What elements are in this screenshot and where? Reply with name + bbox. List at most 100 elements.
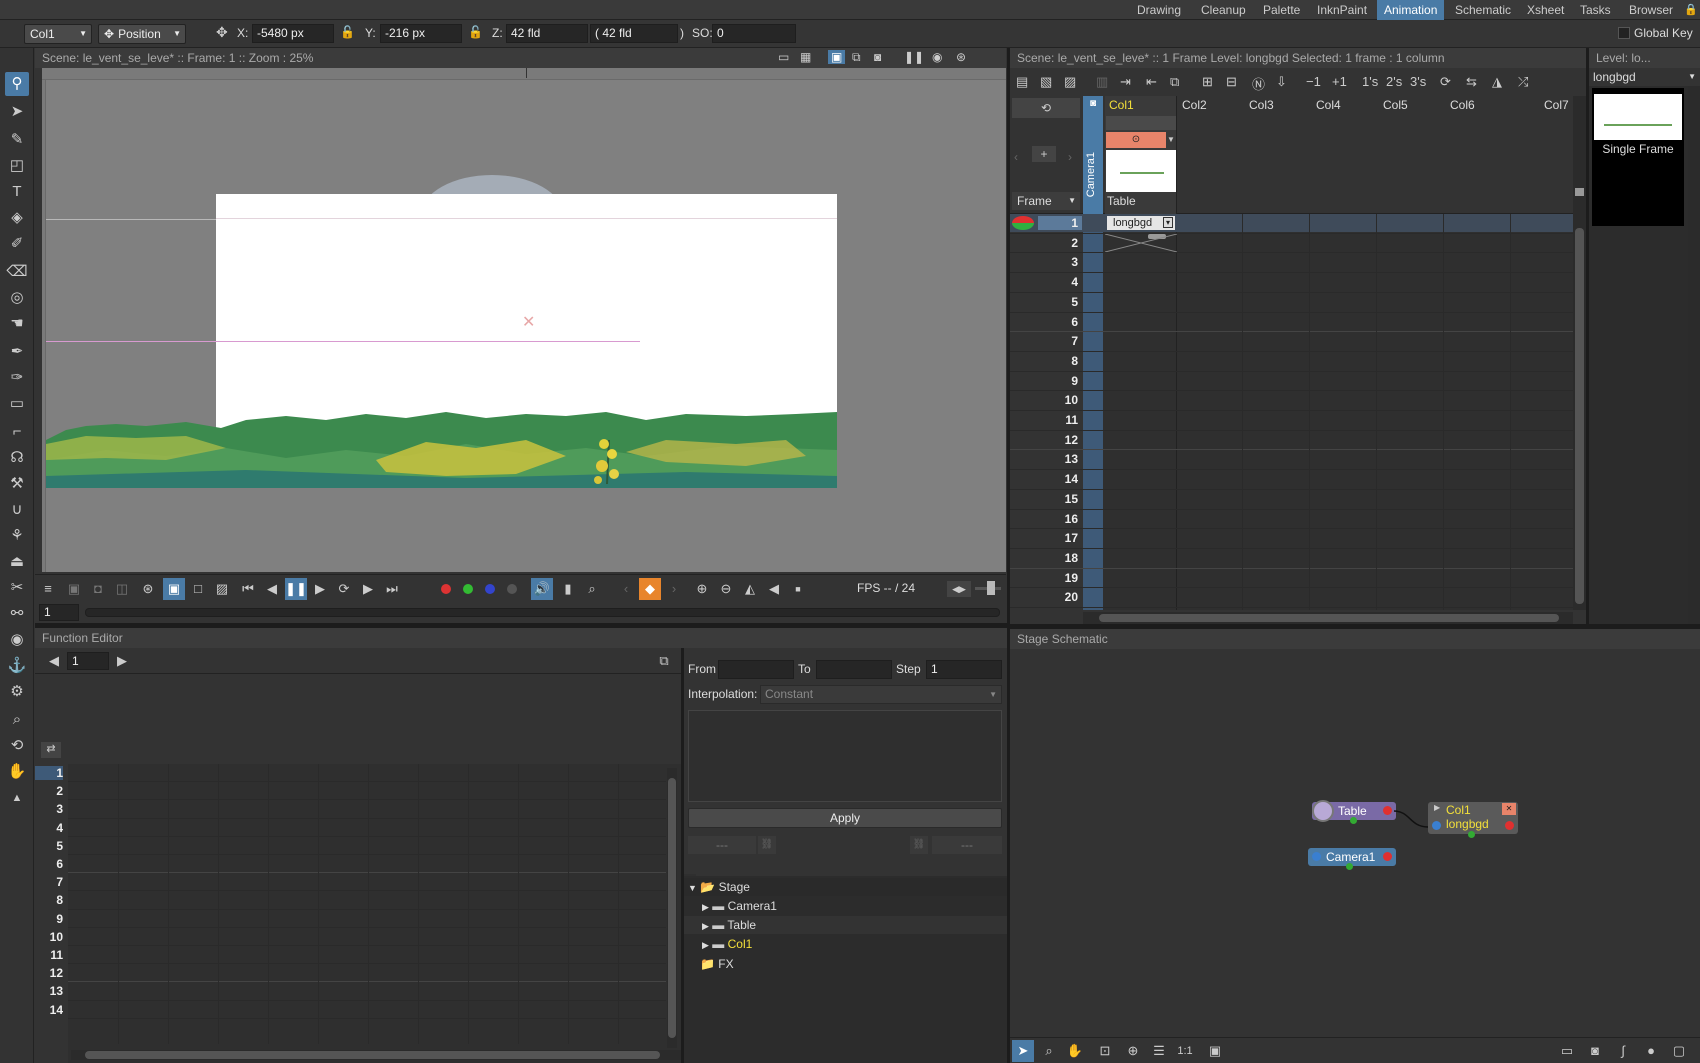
to-field[interactable] bbox=[816, 660, 892, 679]
hook-tool-icon[interactable]: ⚓ bbox=[5, 654, 29, 678]
z-fld-field[interactable]: ( 42 fld bbox=[590, 24, 678, 43]
function-row-number[interactable]: 8 bbox=[35, 893, 63, 907]
checkered-bg-icon[interactable]: ▨ bbox=[211, 578, 233, 600]
cutter-tool-icon[interactable]: ✂ bbox=[5, 576, 29, 600]
focus-current-icon[interactable]: ⊕ bbox=[1122, 1040, 1144, 1062]
camera-column-cells[interactable] bbox=[1083, 214, 1103, 610]
schematic-select-icon[interactable]: ➤ bbox=[1012, 1040, 1034, 1062]
first-frame-icon[interactable]: ⏮ bbox=[237, 578, 259, 600]
fill-empty-icon[interactable]: ⇩ bbox=[1276, 74, 1287, 90]
maximize-nodes-icon[interactable]: ▭ bbox=[1556, 1040, 1578, 1062]
room-tab-schematic[interactable]: Schematic bbox=[1448, 0, 1518, 20]
alpha-channel-icon[interactable] bbox=[507, 584, 517, 594]
room-tab-browser[interactable]: Browser bbox=[1622, 0, 1680, 20]
col1-bottom-port[interactable] bbox=[1468, 831, 1475, 838]
duplicate-icon[interactable]: ⧉ bbox=[1170, 74, 1179, 90]
swing-icon[interactable]: ⇆ bbox=[1466, 74, 1477, 90]
pump-tool-icon[interactable]: ⚒ bbox=[5, 472, 29, 496]
next-key-frame-icon[interactable]: ▶ bbox=[111, 650, 133, 672]
prev-memo-icon[interactable]: ‹ bbox=[1014, 150, 1018, 164]
schematic-zoom-icon[interactable]: ⌕ bbox=[1038, 1040, 1060, 1062]
function-row-number[interactable]: 1 bbox=[35, 766, 63, 780]
mode-select[interactable]: ✥ Position ▼ bbox=[98, 24, 186, 44]
insert-icon[interactable]: ⊞ bbox=[1202, 74, 1213, 90]
overwrite-icon[interactable]: ⊟ bbox=[1226, 74, 1237, 90]
new-drawing-icon[interactable]: Ⓝ bbox=[1252, 74, 1265, 93]
decrement-icon[interactable]: −1 bbox=[1306, 74, 1321, 89]
xsheet-vertical-scrollbar[interactable] bbox=[1573, 96, 1586, 610]
tracker-tool-icon[interactable]: ◉ bbox=[5, 628, 29, 652]
camera-input-port[interactable] bbox=[1312, 852, 1321, 861]
finger-tool-icon[interactable]: ☚ bbox=[5, 312, 29, 336]
room-tab-cleanup[interactable]: Cleanup bbox=[1194, 0, 1253, 20]
xsheet-row-number[interactable]: 1 bbox=[1010, 216, 1082, 230]
xsheet-row-number[interactable]: 2 bbox=[1010, 236, 1082, 250]
flip-horizontal-icon[interactable]: ◭ bbox=[739, 578, 761, 600]
fit-to-window-icon[interactable]: ⊡ bbox=[1094, 1040, 1116, 1062]
xsheet-row-number[interactable]: 14 bbox=[1010, 472, 1082, 486]
zoom-in-icon[interactable]: ⊕ bbox=[691, 578, 713, 600]
xsheet-row-number[interactable]: 16 bbox=[1010, 512, 1082, 526]
function-hscroll[interactable] bbox=[71, 1050, 696, 1060]
level-strip-frame[interactable]: Single Frame bbox=[1592, 88, 1684, 226]
column-options-icon[interactable]: ▼ bbox=[1167, 132, 1177, 148]
room-tab-inknpaint[interactable]: InknPaint bbox=[1310, 0, 1374, 20]
function-toggle-icon[interactable]: ⇄ bbox=[41, 742, 61, 758]
sub-camera-preview-icon[interactable]: ⊛ bbox=[956, 50, 966, 64]
flip-vertical-icon[interactable]: ◀ bbox=[763, 578, 785, 600]
prev-key-frame-icon[interactable]: ◀ bbox=[43, 650, 65, 672]
camera-stand-icon[interactable]: ▣ bbox=[828, 50, 846, 64]
safe-area-icon[interactable]: ▭ bbox=[778, 50, 789, 64]
collapse-toolbar-icon[interactable]: ▲ bbox=[5, 786, 29, 810]
xsheet-row-number[interactable]: 9 bbox=[1010, 374, 1082, 388]
xsheet-hscroll-thumb[interactable] bbox=[1099, 614, 1559, 622]
zoom-tool-icon[interactable]: ⌕ bbox=[5, 708, 29, 732]
apply-button[interactable]: Apply bbox=[688, 808, 1002, 828]
reframe-icon[interactable]: ▥ bbox=[1096, 74, 1108, 90]
rgb-picker-tool-icon[interactable]: ✑ bbox=[5, 366, 29, 390]
xsheet-row-number[interactable]: 11 bbox=[1010, 413, 1082, 427]
link-left-icon[interactable]: ⛓ bbox=[758, 836, 776, 854]
schematic-hand-icon[interactable]: ✋ bbox=[1064, 1040, 1086, 1062]
level-strip-scrollbar[interactable] bbox=[1688, 86, 1700, 624]
load-level-icon[interactable]: ⇥ bbox=[1120, 74, 1131, 90]
z-position-field[interactable]: 42 fld bbox=[506, 24, 588, 43]
x-lock-icon[interactable]: 🔓 bbox=[340, 25, 355, 39]
function-row-number[interactable]: 9 bbox=[35, 912, 63, 926]
xsheet-row-number[interactable]: 6 bbox=[1010, 315, 1082, 329]
new-vector-level-icon[interactable]: ▤ bbox=[1016, 74, 1028, 90]
link-right-icon[interactable]: ⛓ bbox=[910, 836, 928, 854]
next-frame-icon[interactable]: ▶ bbox=[357, 578, 379, 600]
camera-bottom-port[interactable] bbox=[1346, 863, 1353, 870]
prev-frame-icon[interactable]: ◀ bbox=[261, 578, 283, 600]
viewer-frame-field[interactable]: 1 bbox=[39, 604, 79, 621]
xsheet-row-number[interactable]: 7 bbox=[1010, 334, 1082, 348]
green-channel-icon[interactable] bbox=[463, 584, 473, 594]
xsheet-row-number[interactable]: 17 bbox=[1010, 531, 1082, 545]
sound-icon[interactable]: 🔊 bbox=[531, 578, 553, 600]
global-key-checkbox[interactable] bbox=[1618, 27, 1630, 39]
geometric-tool-icon[interactable]: ◰ bbox=[5, 154, 29, 178]
type-tool-icon[interactable]: T bbox=[5, 180, 29, 204]
add-memo-icon[interactable]: + bbox=[1032, 146, 1056, 162]
rotate-tool-icon[interactable]: ⟲ bbox=[5, 734, 29, 758]
pinch-tool-icon[interactable]: ☊ bbox=[5, 446, 29, 470]
vertical-ruler[interactable] bbox=[42, 80, 46, 572]
ruler-tool-icon[interactable]: ▭ bbox=[5, 392, 29, 416]
repeat-icon[interactable]: ⟳ bbox=[1440, 74, 1451, 90]
table-node[interactable]: Table bbox=[1312, 800, 1396, 824]
new-raster-level-icon[interactable]: ▨ bbox=[1064, 74, 1076, 90]
last-frame-icon[interactable]: ⏭ bbox=[381, 578, 403, 600]
compare-icon[interactable]: ◫ bbox=[111, 578, 133, 600]
from-field[interactable] bbox=[718, 660, 794, 679]
function-spreadsheet[interactable]: ⇄ 1 2 3 4 5 6 7 8 9 10 11 12 13 14 bbox=[35, 674, 696, 1063]
fps-stepper[interactable]: ◀▶ bbox=[947, 581, 971, 597]
xsheet-row-number[interactable]: 20 bbox=[1010, 590, 1082, 604]
save-icon[interactable]: ▣ bbox=[63, 578, 85, 600]
col1-output-port[interactable] bbox=[1505, 821, 1514, 830]
room-tab-animation[interactable]: Animation bbox=[1377, 0, 1445, 20]
function-row-number[interactable]: 12 bbox=[35, 966, 63, 980]
tree-stage-item[interactable]: ▼ 📂 Stage bbox=[688, 878, 750, 897]
horizontal-ruler[interactable] bbox=[42, 68, 1006, 80]
eraser-tool-icon[interactable]: ⌫ bbox=[5, 260, 29, 284]
